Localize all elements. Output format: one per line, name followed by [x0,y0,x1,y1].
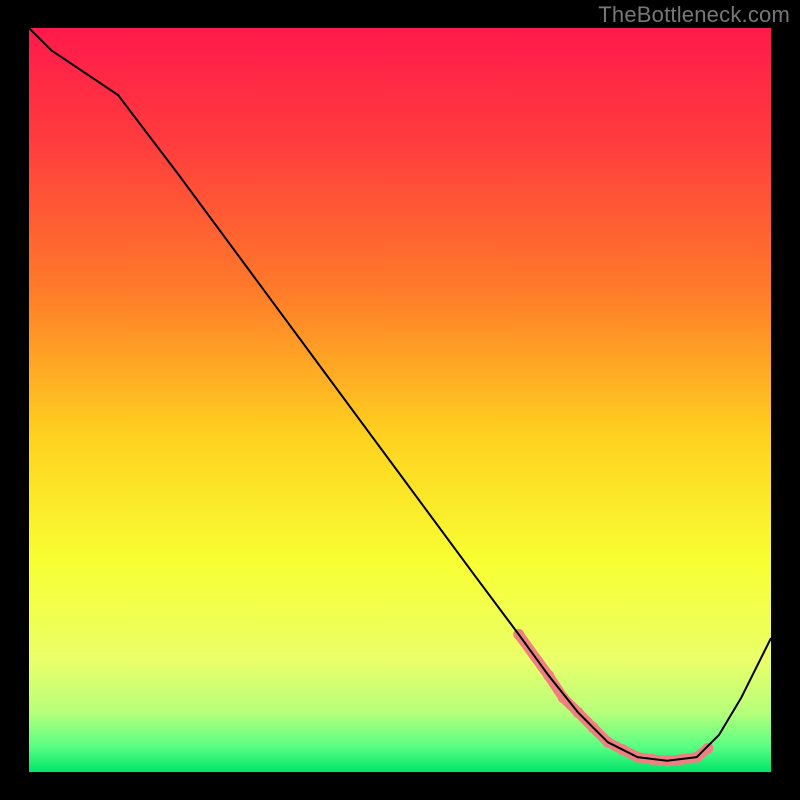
highlight-dot [702,743,713,754]
chart-canvas [0,0,800,800]
plot-background [29,28,771,772]
chart-frame: TheBottleneck.com [0,0,800,800]
